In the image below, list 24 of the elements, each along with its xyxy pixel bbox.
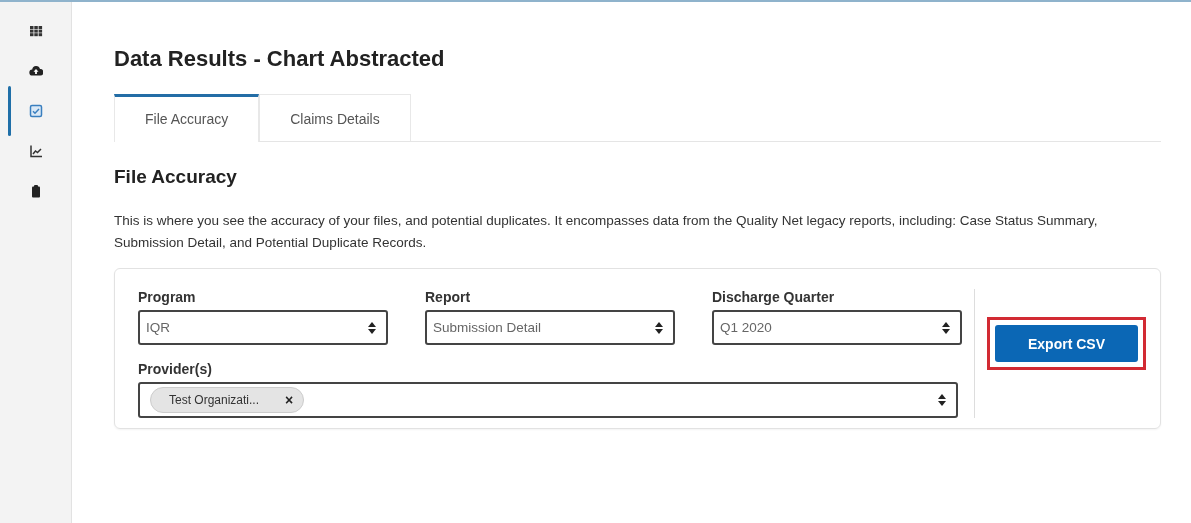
select-field[interactable]: Q1 2020: [712, 310, 962, 345]
chart-icon: [28, 144, 43, 158]
field-label: Provider(s): [138, 361, 213, 377]
tab[interactable]: Claims Details: [259, 94, 411, 141]
multi-select-field[interactable]: Test Organizati... ×: [138, 382, 958, 418]
select-field[interactable]: IQR: [138, 310, 388, 345]
select-field[interactable]: Submission Detail: [425, 310, 675, 345]
description-text: This is where you see the accuracy of your files, and potential duplicates. It encompasses data from the Quality Net legacy reports, including: Case Status Summary, Submission Detail, and Potential Duplicate Records.: [114, 212, 1099, 252]
sort-icon: [938, 394, 946, 406]
sort-icon: [368, 321, 376, 334]
field-label: Report: [425, 289, 472, 305]
grid-icon: [28, 24, 43, 38]
section-title: File Accuracy: [114, 166, 238, 188]
chip-label: Test Organizati...: [169, 393, 260, 407]
field-label: Program: [138, 289, 197, 305]
field-label: Discharge Quarter: [712, 289, 836, 305]
cloud-upload-icon: [28, 64, 43, 78]
page-title: Data Results - Chart Abstracted: [114, 46, 446, 72]
sort-icon: [655, 321, 663, 334]
remove-button[interactable]: ×: [285, 392, 294, 408]
checkbox-icon: [28, 104, 43, 118]
export-button[interactable]: Export CSV: [995, 325, 1138, 362]
tab[interactable]: File Accuracy: [114, 94, 260, 142]
sort-icon: [942, 321, 950, 334]
